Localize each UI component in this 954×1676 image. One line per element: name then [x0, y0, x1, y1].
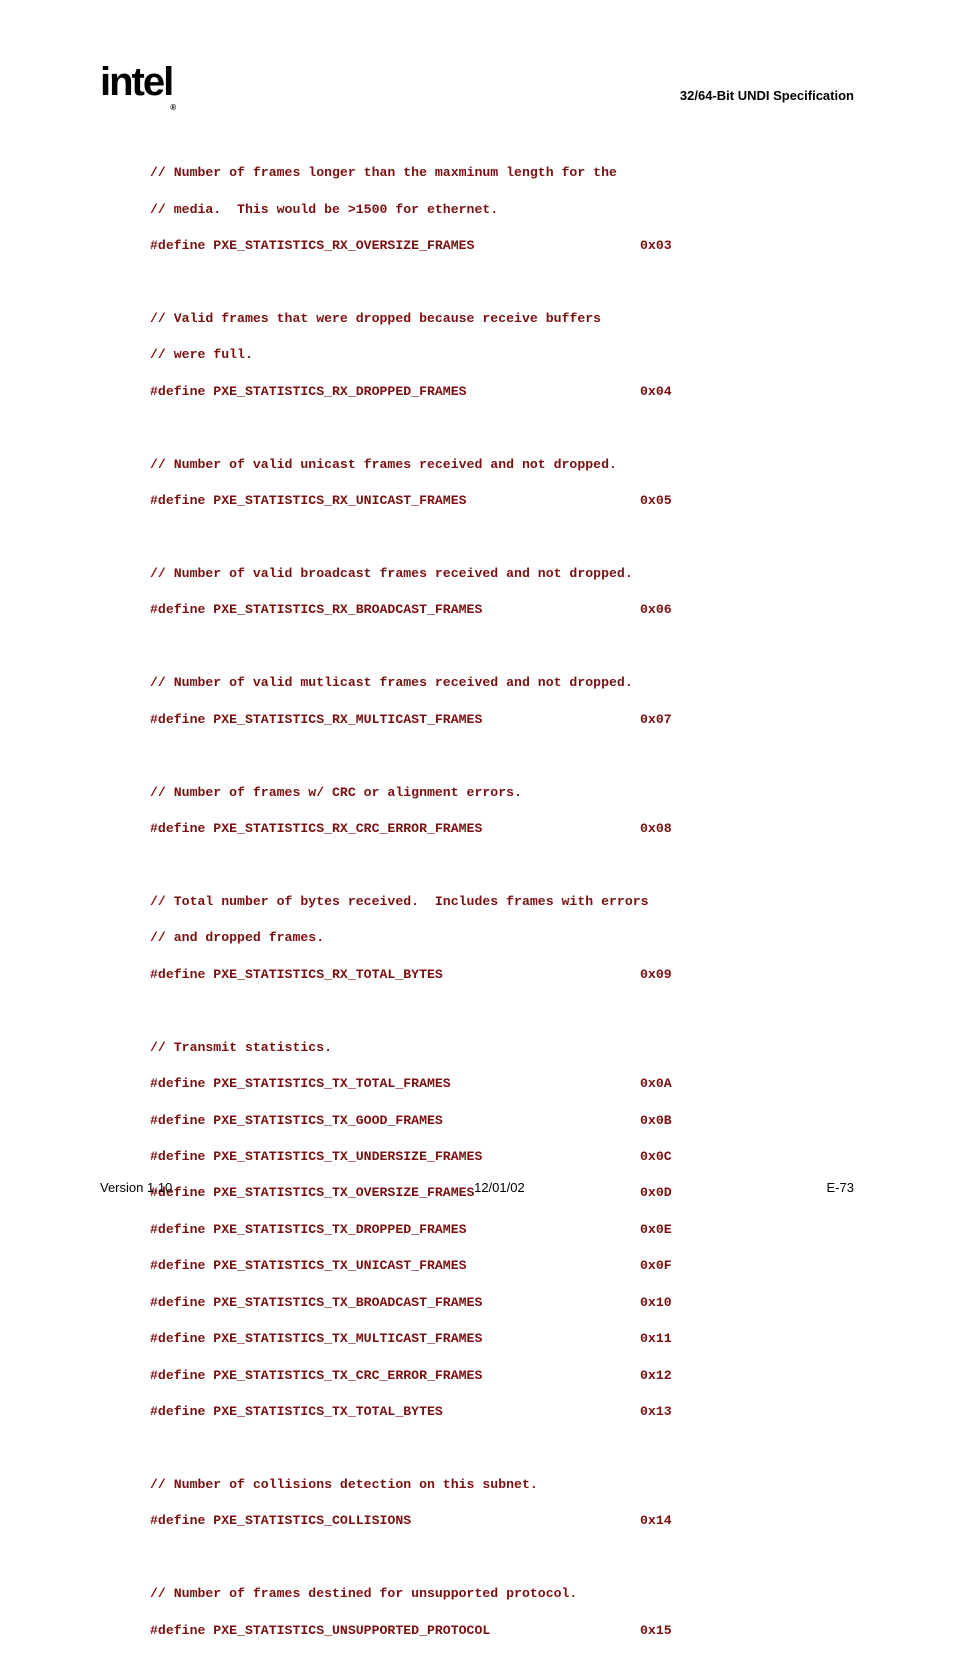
comment: // Number of collisions detection on thi…: [150, 1476, 854, 1494]
header: intel® 32/64-Bit UNDI Specification: [100, 60, 854, 106]
comment: // Number of frames longer than the maxm…: [150, 164, 854, 182]
comment: // Total number of bytes received. Inclu…: [150, 893, 854, 911]
comment: // were full.: [150, 346, 854, 364]
footer: Version 1.10 12/01/02 E-73: [100, 1180, 854, 1195]
comment: // Transmit statistics.: [150, 1039, 854, 1057]
define-name: #define PXE_STATISTICS_TX_BROADCAST_FRAM…: [150, 1294, 640, 1312]
define-name: #define PXE_STATISTICS_RX_TOTAL_BYTES: [150, 966, 640, 984]
define-value: 0x03: [640, 237, 672, 255]
define-value: 0x13: [640, 1403, 672, 1421]
intel-logo: intel®: [100, 60, 176, 106]
define-name: #define PXE_STATISTICS_UNSUPPORTED_PROTO…: [150, 1622, 640, 1640]
define-value: 0x04: [640, 383, 672, 401]
define-name: #define PXE_STATISTICS_RX_DROPPED_FRAMES: [150, 383, 640, 401]
define-name: #define PXE_STATISTICS_RX_BROADCAST_FRAM…: [150, 601, 640, 619]
define-value: 0x0C: [640, 1148, 672, 1166]
define-value: 0x0F: [640, 1257, 672, 1275]
define-name: #define PXE_STATISTICS_RX_MULTICAST_FRAM…: [150, 711, 640, 729]
define-name: #define PXE_STATISTICS_RX_OVERSIZE_FRAME…: [150, 237, 640, 255]
define-name: #define PXE_STATISTICS_COLLISIONS: [150, 1512, 640, 1530]
define-value: 0x08: [640, 820, 672, 838]
document-title: 32/64-Bit UNDI Specification: [680, 88, 854, 103]
define-name: #define PXE_STATISTICS_TX_MULTICAST_FRAM…: [150, 1330, 640, 1348]
define-value: 0x10: [640, 1294, 672, 1312]
comment: // media. This would be >1500 for ethern…: [150, 201, 854, 219]
define-name: #define PXE_STATISTICS_TX_UNICAST_FRAMES: [150, 1257, 640, 1275]
define-name: #define PXE_STATISTICS_RX_CRC_ERROR_FRAM…: [150, 820, 640, 838]
define-name: #define PXE_STATISTICS_TX_UNDERSIZE_FRAM…: [150, 1148, 640, 1166]
footer-page: E-73: [827, 1180, 854, 1195]
comment: // Number of valid mutlicast frames rece…: [150, 674, 854, 692]
define-name: #define PXE_STATISTICS_TX_CRC_ERROR_FRAM…: [150, 1367, 640, 1385]
comment: // Number of valid unicast frames receiv…: [150, 456, 854, 474]
define-value: 0x15: [640, 1622, 672, 1640]
define-name: #define PXE_STATISTICS_TX_TOTAL_BYTES: [150, 1403, 640, 1421]
comment: // Valid frames that were dropped becaus…: [150, 310, 854, 328]
footer-version: Version 1.10: [100, 1180, 172, 1195]
code-listing: // Number of frames longer than the maxm…: [150, 146, 854, 1676]
define-value: 0x0B: [640, 1112, 672, 1130]
comment: // Number of frames w/ CRC or alignment …: [150, 784, 854, 802]
define-value: 0x05: [640, 492, 672, 510]
define-name: #define PXE_STATISTICS_RX_UNICAST_FRAMES: [150, 492, 640, 510]
footer-date: 12/01/02: [474, 1180, 525, 1195]
define-value: 0x06: [640, 601, 672, 619]
comment: // Number of valid broadcast frames rece…: [150, 565, 854, 583]
comment: // and dropped frames.: [150, 929, 854, 947]
define-value: 0x0A: [640, 1075, 672, 1093]
define-value: 0x09: [640, 966, 672, 984]
define-name: #define PXE_STATISTICS_TX_DROPPED_FRAMES: [150, 1221, 640, 1239]
define-value: 0x12: [640, 1367, 672, 1385]
comment: // Number of frames destined for unsuppo…: [150, 1585, 854, 1603]
define-name: #define PXE_STATISTICS_TX_GOOD_FRAMES: [150, 1112, 640, 1130]
define-value: 0x14: [640, 1512, 672, 1530]
define-value: 0x07: [640, 711, 672, 729]
define-name: #define PXE_STATISTICS_TX_TOTAL_FRAMES: [150, 1075, 640, 1093]
define-value: 0x0E: [640, 1221, 672, 1239]
define-value: 0x11: [640, 1330, 672, 1348]
